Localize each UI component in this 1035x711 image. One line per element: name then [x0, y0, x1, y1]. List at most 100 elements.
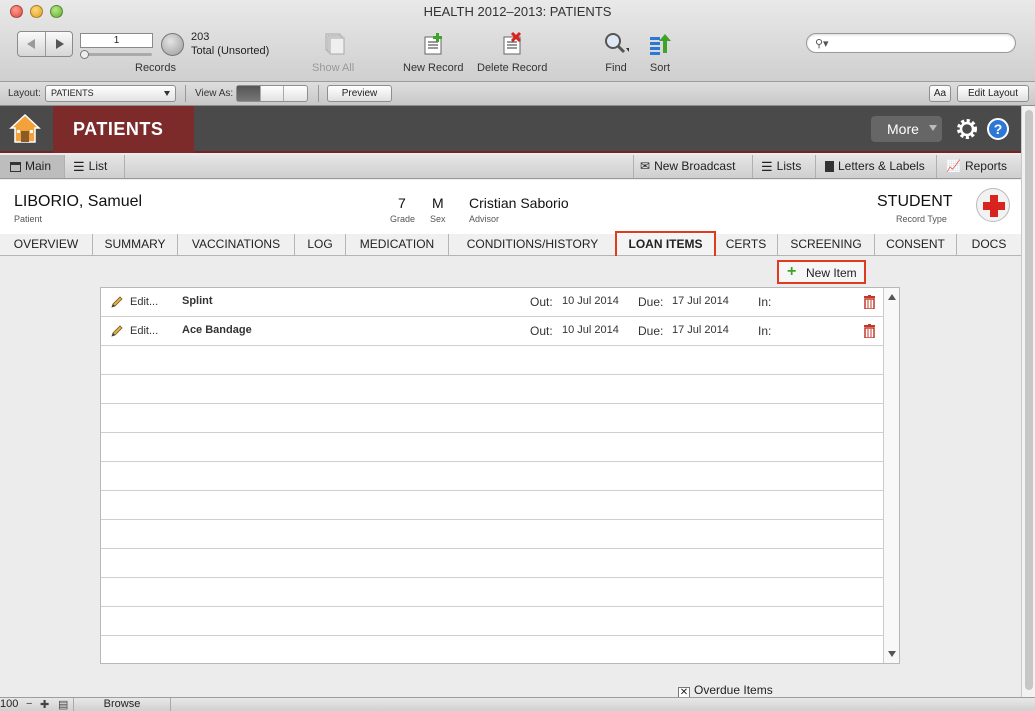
- view-as-label: View As:: [195, 88, 234, 99]
- empty-list-row: [101, 578, 883, 607]
- new-record-button[interactable]: New Record: [403, 31, 464, 74]
- scroll-up-icon[interactable]: [888, 294, 896, 300]
- layout-bar-divider: [185, 85, 186, 102]
- tab-docs[interactable]: DOCS: [957, 234, 1021, 255]
- module-title-box: PATIENTS: [53, 106, 194, 153]
- form-view-button[interactable]: [237, 86, 261, 101]
- record-total-label: Total (Unsorted): [191, 45, 270, 57]
- list-icon: ☰: [761, 159, 773, 175]
- window-scrollbar[interactable]: [1021, 106, 1035, 697]
- trash-icon[interactable]: [864, 324, 875, 338]
- list-view-label: List: [88, 159, 108, 173]
- list-item: Edit... Ace Bandage Out: 10 Jul 2014 Due…: [101, 317, 883, 346]
- sex-value: M: [432, 195, 444, 211]
- gear-icon[interactable]: [955, 117, 979, 141]
- edit-link[interactable]: Edit...: [130, 296, 158, 308]
- edit-layout-button[interactable]: Edit Layout: [957, 85, 1029, 102]
- new-item-label: New Item: [806, 266, 857, 280]
- edit-link[interactable]: Edit...: [130, 325, 158, 337]
- due-date: 17 Jul 2014: [672, 324, 729, 336]
- letters-labels-button[interactable]: Letters & Labels: [816, 155, 937, 178]
- show-all-button[interactable]: Show All: [312, 31, 354, 74]
- delete-record-button[interactable]: Delete Record: [477, 31, 547, 74]
- search-icon: ⚲▾: [815, 38, 829, 50]
- empty-list-row: [101, 462, 883, 491]
- due-label: Due:: [638, 324, 664, 338]
- view-as-segmented-control[interactable]: [236, 85, 308, 102]
- loan-item-name: Ace Bandage: [182, 324, 252, 336]
- tab-summary[interactable]: SUMMARY: [93, 234, 178, 255]
- toggle-status-area-icon[interactable]: ▤: [58, 698, 68, 711]
- empty-list-row: [101, 491, 883, 520]
- table-view-button[interactable]: [284, 86, 307, 101]
- zoom-level[interactable]: 100: [0, 698, 18, 710]
- delete-record-label: Delete Record: [477, 62, 548, 74]
- delete-record-icon: [503, 31, 522, 55]
- help-button[interactable]: ?: [987, 118, 1009, 140]
- trash-icon[interactable]: [864, 295, 875, 309]
- record-slider[interactable]: [82, 53, 152, 56]
- tab-log[interactable]: LOG: [295, 234, 346, 255]
- layout-select[interactable]: PATIENTS: [45, 85, 176, 102]
- reports-label: Reports: [964, 159, 1007, 173]
- record-count: 203: [191, 31, 210, 43]
- tab-conditions-history[interactable]: CONDITIONS/HISTORY: [449, 234, 617, 255]
- new-record-label: New Record: [403, 62, 464, 74]
- lists-button[interactable]: ☰ Lists: [753, 155, 816, 178]
- advisor-value: Cristian Saborio: [469, 195, 569, 211]
- tab-certs[interactable]: CERTS: [715, 234, 778, 255]
- scroll-down-icon[interactable]: [888, 651, 896, 657]
- sort-icon: [650, 34, 671, 55]
- find-label: Find: [605, 62, 627, 74]
- new-broadcast-label: New Broadcast: [654, 159, 736, 173]
- letters-labels-label: Letters & Labels: [838, 159, 925, 173]
- in-label: In:: [758, 324, 772, 338]
- tab-medication[interactable]: MEDICATION: [346, 234, 449, 255]
- sort-button[interactable]: Sort: [647, 31, 673, 74]
- reports-button[interactable]: 📈 Reports: [937, 155, 1021, 178]
- main-view-tab[interactable]: Main: [0, 155, 65, 178]
- more-menu-button[interactable]: More: [871, 116, 942, 142]
- current-record-field[interactable]: 1: [80, 33, 153, 48]
- tab-vaccinations[interactable]: VACCINATIONS: [178, 234, 295, 255]
- chart-icon: 📈: [946, 159, 961, 174]
- layout-label: Layout:: [8, 88, 41, 99]
- text-format-button[interactable]: Aa: [929, 85, 951, 102]
- document-icon: [825, 161, 834, 173]
- list-view-button[interactable]: [261, 86, 285, 101]
- show-all-icon: [325, 33, 345, 55]
- mode-indicator[interactable]: Browse: [73, 698, 171, 711]
- lists-label: Lists: [776, 159, 802, 173]
- list-scrollbar[interactable]: [883, 288, 899, 663]
- pencil-icon[interactable]: [110, 324, 124, 338]
- find-button[interactable]: Find: [603, 31, 629, 74]
- next-record-button[interactable]: [46, 32, 74, 56]
- tab-consent[interactable]: CONSENT: [875, 234, 957, 255]
- patient-label: Patient: [14, 214, 43, 224]
- out-label: Out:: [530, 324, 553, 338]
- list-item: Edit... Splint Out: 10 Jul 2014 Due: 17 …: [101, 288, 883, 317]
- new-item-button[interactable]: + New Item: [777, 260, 866, 284]
- quick-find-search-input[interactable]: ⚲▾: [806, 33, 1016, 53]
- tab-screening[interactable]: SCREENING: [778, 234, 875, 255]
- previous-record-button[interactable]: [18, 32, 46, 56]
- home-icon[interactable]: [8, 112, 42, 146]
- new-broadcast-button[interactable]: ✉ New Broadcast: [633, 155, 753, 178]
- window-icon: [10, 161, 21, 172]
- record-navigator[interactable]: [17, 31, 73, 57]
- found-set-pie-icon: [161, 33, 184, 56]
- empty-list-row: [101, 433, 883, 462]
- active-tab-highlight: [615, 231, 716, 259]
- zoom-in-icon[interactable]: ✚: [40, 698, 49, 711]
- list-view-tab[interactable]: ☰ List: [65, 155, 125, 178]
- scrollbar-thumb[interactable]: [1025, 110, 1033, 690]
- tab-overview[interactable]: OVERVIEW: [0, 234, 93, 255]
- pencil-icon[interactable]: [110, 295, 124, 309]
- preview-button[interactable]: Preview: [327, 85, 392, 102]
- zoom-out-icon[interactable]: −: [26, 698, 32, 710]
- loan-items-list: Edit... Splint Out: 10 Jul 2014 Due: 17 …: [100, 287, 900, 664]
- records-label: Records: [135, 62, 176, 74]
- empty-list-row: [101, 549, 883, 578]
- record-slider-knob[interactable]: [80, 50, 89, 59]
- magnifier-icon: [605, 33, 629, 54]
